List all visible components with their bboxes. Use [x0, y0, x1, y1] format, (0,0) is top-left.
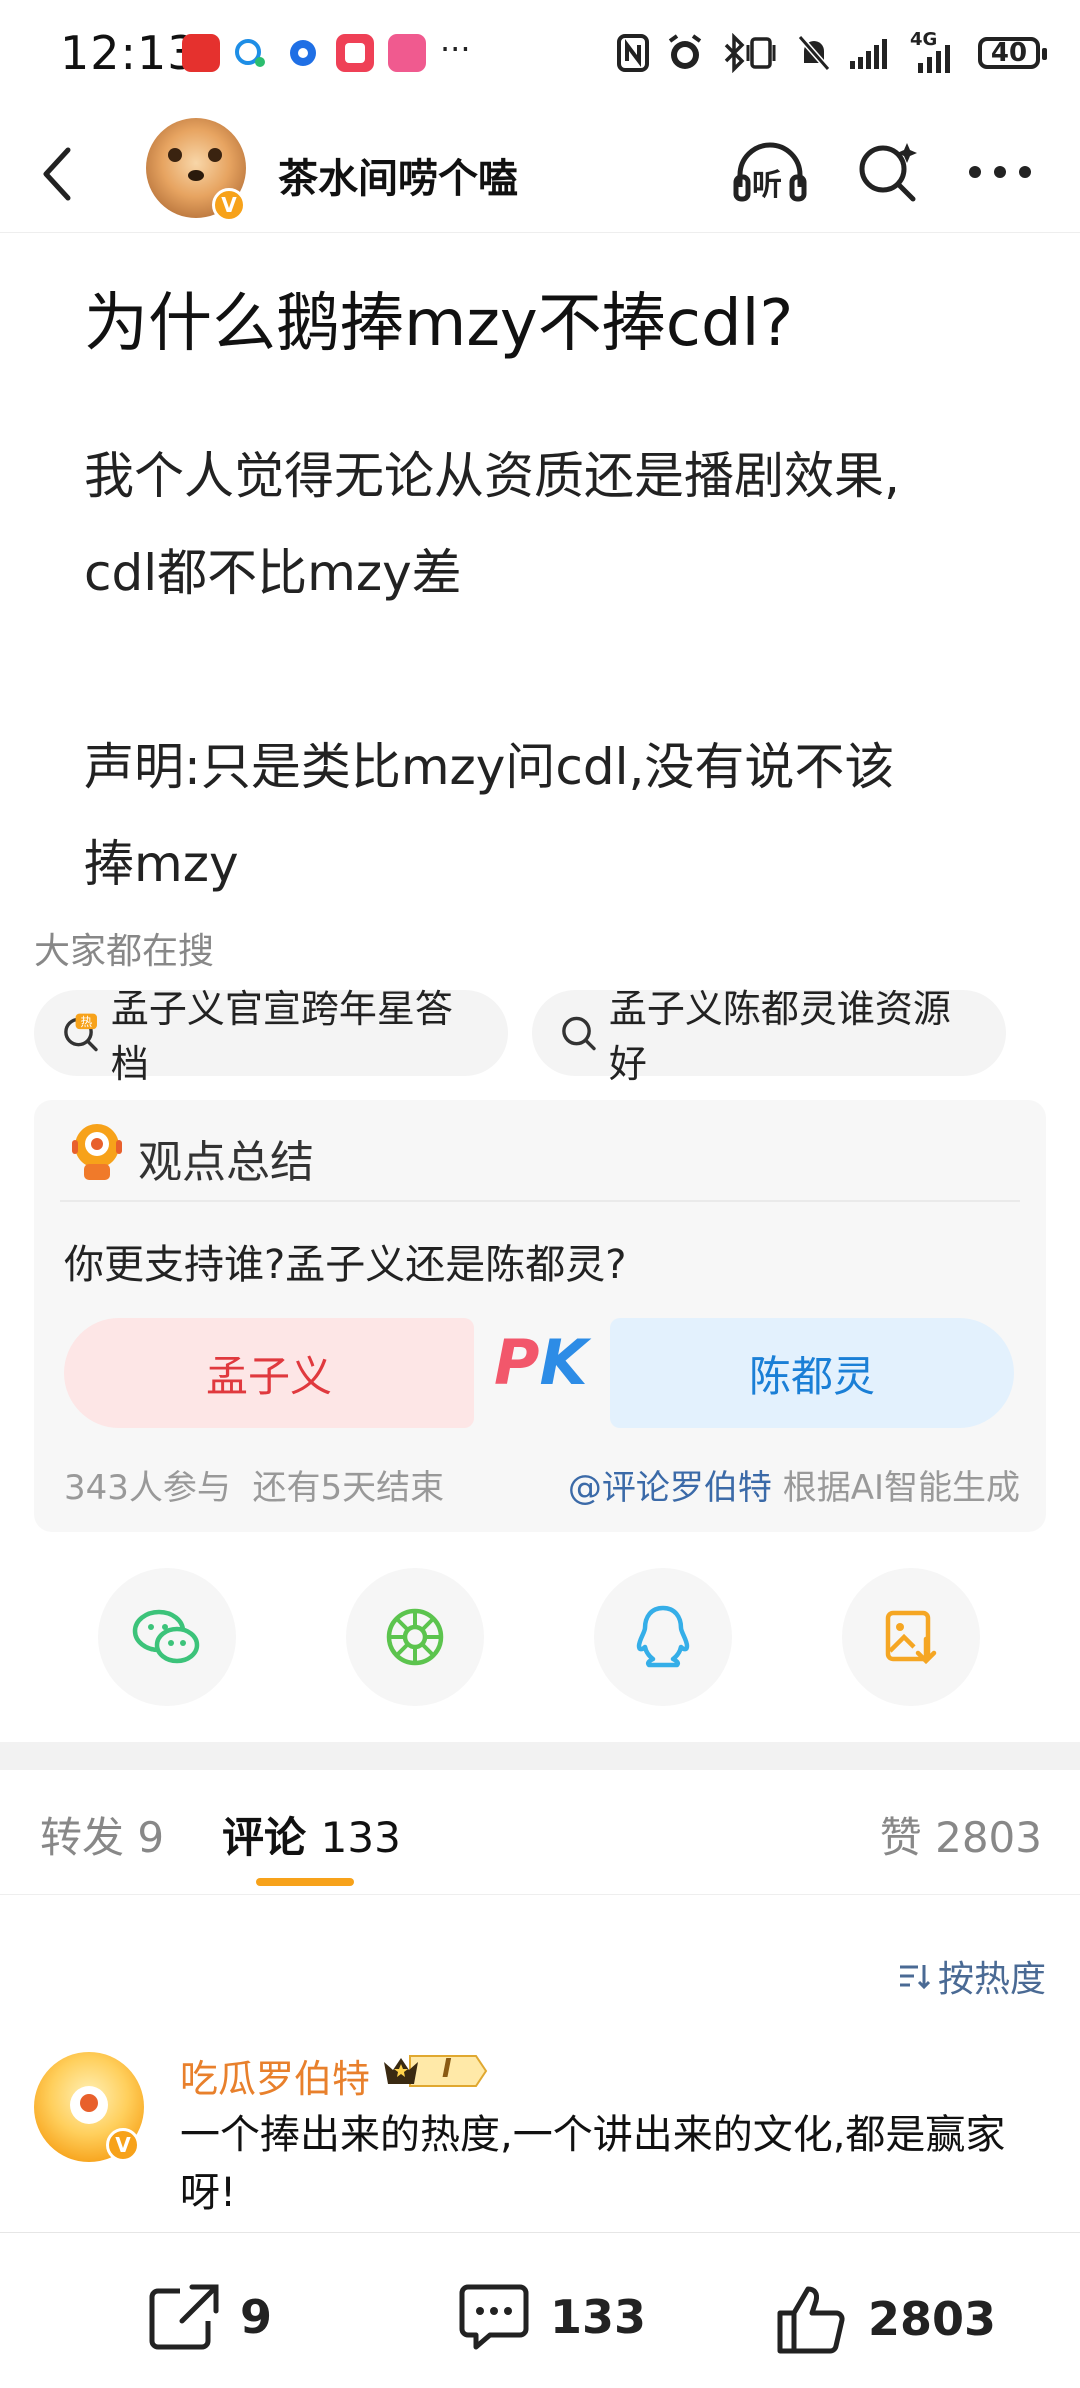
battery-indicator: 40: [978, 37, 1047, 69]
tab-likes-count: 2803: [935, 1813, 1042, 1862]
crown-badge-icon: [384, 2055, 488, 2087]
more-options-button[interactable]: [960, 132, 1040, 212]
signal-4g-icon: 4G: [910, 29, 962, 73]
like-count: 2803: [868, 2292, 997, 2346]
wechat-icon: [132, 1609, 200, 1664]
repost-count: 9: [240, 2290, 273, 2344]
search-icon: [562, 1016, 596, 1051]
mute-icon: [797, 35, 831, 71]
nfc-icon: [617, 34, 649, 72]
tab-likes[interactable]: 赞 2803: [880, 1804, 1042, 1865]
post-title: 为什么鹅捧mzy不捧cdl?: [84, 287, 794, 361]
huawei-app-icon: [182, 34, 220, 72]
tabs-divider: [0, 1894, 1080, 1895]
poll-remaining: 还有5天结束: [252, 1468, 445, 1508]
verified-badge-icon: V: [212, 188, 246, 222]
vote-option-right[interactable]: 陈都灵: [610, 1318, 1014, 1428]
tab-repost[interactable]: 转发 9: [40, 1804, 164, 1865]
more-dots-icon: [969, 166, 1031, 178]
post-body: 我个人觉得无论从资质还是播剧效果, cdl都不比mzy差 声明:只是类比mzy问…: [84, 428, 1014, 913]
active-tab-indicator: [256, 1878, 354, 1886]
post-body-line: 捧mzy: [84, 835, 239, 893]
save-image-button[interactable]: [842, 1568, 980, 1706]
tab-comments-count: 133: [320, 1813, 401, 1862]
participant-count: 343人参与: [64, 1468, 231, 1508]
poll-status: 343人参与 还有5天结束: [64, 1460, 444, 1509]
chat-app-icon: [232, 34, 270, 72]
alarm-icon: [668, 34, 702, 69]
search-chip-label: 孟子义陈都灵谁资源好: [608, 987, 951, 1086]
bottom-action-bar: 9 133 2803: [0, 2232, 1080, 2388]
account-name[interactable]: 茶水间唠个嗑: [278, 146, 518, 204]
level-label: I: [442, 2054, 452, 2084]
repost-button[interactable]: 9: [146, 2281, 272, 2353]
search-hint-label: 大家都在搜: [34, 931, 215, 972]
opinion-summary-card: 观点总结 你更支持谁?孟子义还是陈都灵? 孟子义 PK 陈都灵 343人参与 还…: [34, 1100, 1046, 1532]
comment-count: 133: [550, 2290, 647, 2344]
sort-label: 按热度: [937, 1959, 1046, 2000]
section-divider: [0, 1742, 1080, 1770]
vote-option-left[interactable]: 孟子义: [64, 1318, 474, 1428]
news-app-icon: [336, 34, 374, 72]
post-header: V 茶水间唠个嗑 听: [0, 110, 1080, 233]
tab-likes-label: 赞: [879, 1813, 922, 1862]
svg-text:热: 热: [80, 1015, 92, 1029]
comment-text: 一个捧出来的热度,一个讲出来的文化,都是赢家呀!: [180, 2112, 1006, 2216]
pk-label: PK: [494, 1326, 588, 1399]
tab-comments[interactable]: 评论 133: [222, 1804, 401, 1865]
comment-icon: [459, 2284, 529, 2350]
moments-icon: [386, 1608, 444, 1666]
poll-question: 你更支持谁?孟子义还是陈都灵?: [64, 1242, 627, 1288]
browser-app-icon: [284, 34, 322, 72]
clock: 12:13: [60, 26, 198, 80]
generator-note: 根据AI智能生成: [771, 1468, 1020, 1508]
member-level-badge: I: [380, 2052, 488, 2090]
summary-title: 观点总结: [138, 1137, 314, 1188]
repost-icon: [149, 2284, 219, 2350]
share-moments-button[interactable]: [346, 1568, 484, 1706]
post-body-line: cdl都不比mzy差: [84, 544, 462, 602]
post-body-blank: [84, 622, 1014, 719]
tab-repost-label: 转发: [40, 1813, 125, 1862]
search-chip[interactable]: 热 孟子义官宣跨年星答档: [34, 987, 508, 1086]
comment-button[interactable]: 133: [456, 2281, 646, 2353]
generator-mention[interactable]: @评论罗伯特: [568, 1468, 772, 1508]
share-qq-button[interactable]: [594, 1568, 732, 1706]
search-button[interactable]: [848, 132, 928, 212]
share-wechat-button[interactable]: [98, 1568, 236, 1706]
tab-comments-label: 评论: [222, 1813, 307, 1862]
qq-icon: [636, 1605, 690, 1668]
sort-by-heat-button[interactable]: 按热度: [898, 1950, 1046, 2002]
sort-icon: [899, 1965, 930, 1990]
bilibili-app-icon: [388, 34, 426, 72]
card-divider: [60, 1200, 1020, 1202]
tab-repost-count: 9: [137, 1813, 165, 1862]
listen-label: 听: [752, 168, 782, 203]
post-body-line: 声明:只是类比mzy问cdl,没有说不该: [84, 738, 895, 796]
commenter-name[interactable]: 吃瓜罗伯特: [180, 2048, 370, 2103]
search-chip[interactable]: 孟子义陈都灵谁资源好: [532, 987, 1006, 1086]
save-image-icon: [885, 1610, 937, 1665]
thumbs-up-icon: [777, 2286, 845, 2354]
robot-mascot-icon: [72, 1124, 122, 1180]
status-bar: 12:13 ··· 4G 40: [0, 0, 1080, 110]
hot-search-icon: 热: [64, 1013, 98, 1052]
more-notifications-icon: ···: [440, 30, 471, 68]
like-button[interactable]: 2803: [774, 2281, 996, 2357]
listen-button[interactable]: 听: [730, 132, 810, 212]
back-arrow-icon[interactable]: [38, 144, 78, 204]
ai-generated-note: @评论罗伯特 根据AI智能生成: [568, 1460, 1020, 1509]
bluetooth-vibrate-icon: [724, 33, 776, 73]
status-icons: 4G 40: [616, 28, 1047, 78]
verified-badge-icon: V: [106, 2128, 140, 2162]
post-body-line: 我个人觉得无论从资质还是播剧效果,: [84, 447, 900, 505]
search-chip-label: 孟子义官宣跨年星答档: [110, 987, 453, 1086]
signal-icon: [850, 39, 887, 69]
search-spark-icon: [859, 143, 917, 202]
